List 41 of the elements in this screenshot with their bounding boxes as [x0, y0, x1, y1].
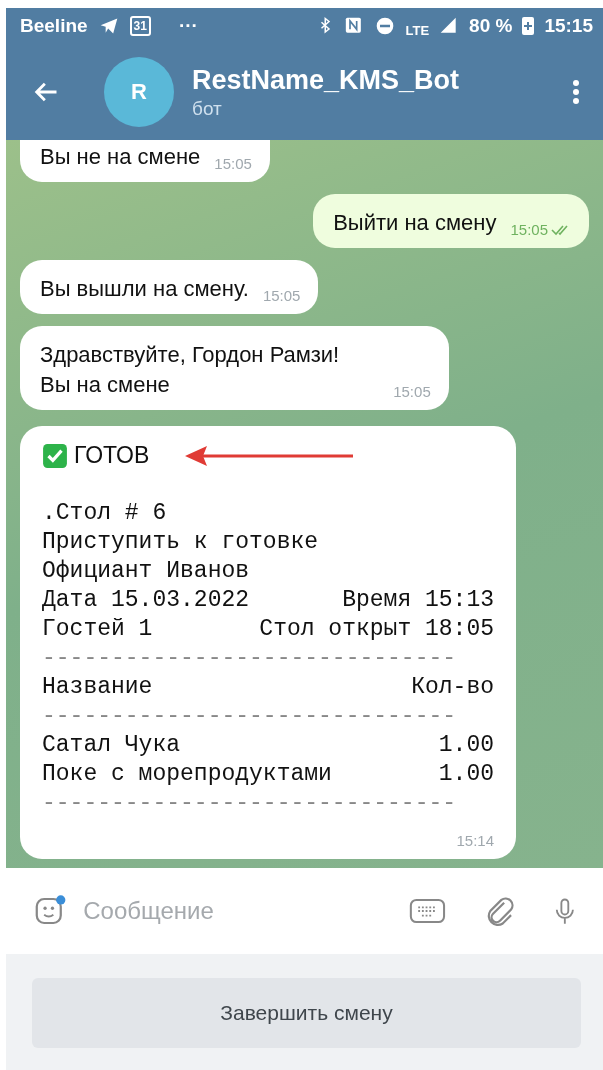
message-time: 15:14 — [456, 832, 494, 849]
battery-percent: 80 % — [469, 15, 513, 37]
calendar-icon: 31 — [129, 16, 151, 36]
keyboard-icon — [409, 896, 447, 926]
receipt-text: Сатал Чука — [42, 731, 181, 760]
message-time: 15:05 — [214, 155, 252, 172]
end-shift-button[interactable]: Завершить смену — [32, 978, 581, 1048]
receipt-text: Название — [42, 673, 153, 702]
receipt-text: Поке с морепродуктами — [42, 760, 332, 789]
receipt-text: Стол открыт 18:05 — [259, 615, 494, 644]
message-text: Здравствуйте, Гордон Рамзи! Вы на смене — [40, 341, 340, 399]
receipt-text: 1.00 — [438, 760, 494, 789]
more-icon — [571, 78, 581, 106]
message-title: ГОТОВ — [74, 442, 150, 469]
chat-subtitle: бот — [192, 97, 223, 120]
receipt-text: Кол-во — [411, 673, 494, 702]
network-type: LTE — [405, 22, 430, 38]
check-mark-icon — [42, 442, 68, 469]
clock-time: 15:15 — [544, 15, 593, 37]
message-input[interactable]: Сообщение — [81, 896, 396, 926]
receipt-text: Официант Иванов — [42, 557, 250, 586]
receipt-text: Время 15:13 — [342, 586, 494, 615]
message-text: Вы вышли на смену. — [40, 275, 249, 303]
receipt-text: Приступить к готовке — [42, 528, 319, 557]
message-time: 15:05 — [262, 287, 301, 304]
receipt-text: Дата 15.03.2022 — [42, 586, 250, 615]
receipt-text: .Стол # 6 — [42, 499, 167, 528]
receipt-text: Гостей 1 — [42, 615, 153, 644]
message-text: Вы не на смене — [40, 143, 201, 171]
more-notifications-text: ··· — [178, 15, 198, 37]
do-not-disturb-icon — [375, 16, 396, 36]
message-time: 15:05 — [510, 221, 571, 238]
dashed-rule: ------------------------------ — [42, 702, 457, 731]
receipt-text: 1.00 — [438, 731, 494, 760]
battery-charging-icon — [522, 17, 535, 35]
dashed-rule: ------------------------------ — [42, 789, 457, 818]
dashed-rule: ------------------------------ — [42, 644, 457, 673]
message-text: Выйти на смену — [333, 209, 497, 237]
message-time: 15:05 — [393, 383, 431, 400]
carrier-name: Beeline — [20, 15, 88, 37]
chat-title: RestName_KMS_Bot — [192, 64, 461, 96]
